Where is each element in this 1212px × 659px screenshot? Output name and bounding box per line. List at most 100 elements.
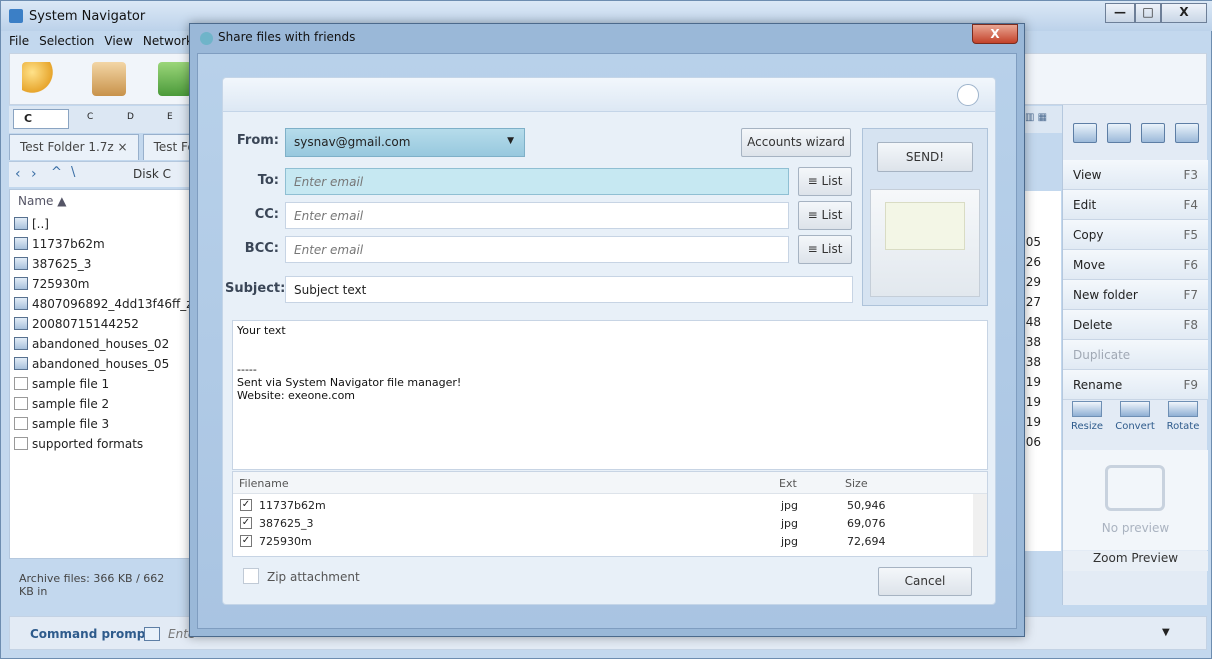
command-shortcut: F5 [1183,227,1198,242]
chevron-down-icon[interactable]: ▼ [1162,627,1170,638]
file-list-item[interactable]: sample file 2 [14,394,109,413]
document-icon [14,437,28,450]
new-star-icon[interactable] [22,62,56,96]
download-box-icon[interactable] [92,62,126,96]
email-form-card: From: sysnav@gmail.com ▼ Accounts wizard… [222,77,996,605]
command-rename[interactable]: Rename F9 [1063,370,1208,400]
network-monitor-icon[interactable] [1175,123,1199,143]
current-path[interactable]: Disk C [133,167,171,181]
size-value: 19 [1025,415,1041,429]
send-panel: SEND! [862,128,988,306]
maximize-button[interactable]: □ [1135,3,1161,23]
menu-view[interactable]: View [104,34,132,52]
filename-header[interactable]: Filename [239,477,289,490]
file-list-item[interactable]: 725930m [14,274,90,293]
cancel-button[interactable]: Cancel [878,567,972,596]
size-header[interactable]: Size [845,477,868,490]
convert-action[interactable]: Convert [1113,401,1157,432]
menu-file[interactable]: File [9,34,29,52]
cc-email-input[interactable]: Enter email [285,202,789,229]
attachment-checkbox[interactable]: ✓ [240,499,252,511]
preview-area: No preview [1063,450,1208,550]
command-label: Duplicate [1073,347,1131,362]
from-select[interactable]: sysnav@gmail.com ▼ [285,128,525,157]
attachment-row[interactable]: ✓ 725930m jpg 72,694 [233,532,973,550]
size-value: 19 [1025,375,1041,389]
attachment-filename: 11737b62m [259,499,326,512]
ext-header[interactable]: Ext [779,477,797,490]
attachment-row[interactable]: ✓ 11737b62m jpg 50,946 [233,496,973,514]
convert-icon [1120,401,1150,417]
attachment-checkbox[interactable]: ✓ [240,535,252,547]
to-list-button[interactable]: ≡ List [798,167,852,196]
attachment-row[interactable]: ✓ 387625_3 jpg 69,076 [233,514,973,532]
rotate-icon [1168,401,1198,417]
upload-arrow-icon[interactable] [158,62,192,96]
command-move[interactable]: Move F6 [1063,250,1208,280]
subject-input[interactable]: Subject text [285,276,853,303]
resize-action[interactable]: Resize [1065,401,1109,432]
minimize-button[interactable]: — [1105,3,1135,23]
file-list-item[interactable]: [..] [14,214,49,233]
name-column-header[interactable]: Name ▲ [18,194,66,208]
accounts-wizard-button[interactable]: Accounts wizard [741,128,851,157]
computer-users-icon[interactable] [1073,123,1097,143]
view-mode-icon[interactable]: ▥ ▦ [1025,112,1055,126]
to-email-input[interactable]: Enter email [285,168,789,195]
to-label: To: [257,173,279,188]
command-delete[interactable]: Delete F8 [1063,310,1208,340]
forward-icon[interactable]: › [31,166,37,182]
command-copy[interactable]: Copy F5 [1063,220,1208,250]
rotate-action[interactable]: Rotate [1161,401,1205,432]
dialog-close-button[interactable]: X [972,24,1018,44]
file-list-item[interactable]: 4807096892_4dd13f46ff_z [14,294,193,313]
bcc-label: BCC: [244,241,279,256]
file-list-item[interactable]: sample file 1 [14,374,109,393]
file-name: abandoned_houses_05 [32,356,170,371]
close-button[interactable]: X [1161,3,1207,23]
file-name: sample file 2 [32,396,110,411]
status-bar: Archive files: 366 KB / 662 KB in [19,572,165,598]
zoom-preview-button[interactable]: Zoom Preview [1063,551,1208,571]
folder-icon[interactable] [1107,123,1131,143]
drive-c-button[interactable]: C [87,112,93,126]
command-view[interactable]: View F3 [1063,160,1208,190]
message-body[interactable]: Your text ----- Sent via System Navigato… [232,320,988,470]
command-edit[interactable]: Edit F4 [1063,190,1208,220]
command-shortcut: F6 [1183,257,1198,272]
cc-list-button[interactable]: ≡ List [798,201,852,230]
file-list-item[interactable]: 20080715144252 [14,314,139,333]
monitor-icon[interactable] [1141,123,1165,143]
file-list-item[interactable]: sample file 3 [14,414,109,433]
image-actions: Resize Convert Rotate [1063,401,1208,441]
menu-selection[interactable]: Selection [39,34,94,52]
root-icon[interactable]: \ [71,165,75,180]
attachment-checkbox[interactable]: ✓ [240,517,252,529]
command-duplicate[interactable]: Duplicate [1063,340,1208,370]
attachment-size: 69,076 [847,517,886,530]
bcc-list-button[interactable]: ≡ List [798,235,852,264]
name-header-label: Name [18,194,54,208]
bcc-email-input[interactable]: Enter email [285,236,789,263]
file-list-item[interactable]: supported formats [14,434,143,453]
file-name: sample file 3 [32,416,110,431]
tab-test-folder-archive[interactable]: Test Folder 1.7z × [9,134,139,160]
size-value: 38 [1025,355,1041,369]
attachments-table: Filename Ext Size ✓ 11737b62m jpg 50,946 ✓ 38… [232,471,988,557]
file-list-item[interactable]: 11737b62m [14,234,105,253]
command-label: Delete [1073,317,1113,332]
drive-e-button[interactable]: E [167,112,173,126]
file-list-item[interactable]: 387625_3 [14,254,91,273]
command-new-folder[interactable]: New folder F7 [1063,280,1208,310]
zip-checkbox[interactable] [243,568,259,584]
tab-strip: Test Folder 1.7z × Test Folder [9,134,230,160]
file-list-item[interactable]: abandoned_houses_05 [14,354,169,373]
zip-attachment-option[interactable]: Zip attachment [243,568,360,584]
back-icon[interactable]: ‹ [15,166,21,182]
up-icon[interactable]: ^ [51,165,62,180]
file-list-item[interactable]: abandoned_houses_02 [14,334,169,353]
drive-select[interactable]: C [13,109,69,129]
drive-d-button[interactable]: D [127,112,134,126]
send-button[interactable]: SEND! [877,142,973,172]
table-scrollbar[interactable] [973,494,987,556]
